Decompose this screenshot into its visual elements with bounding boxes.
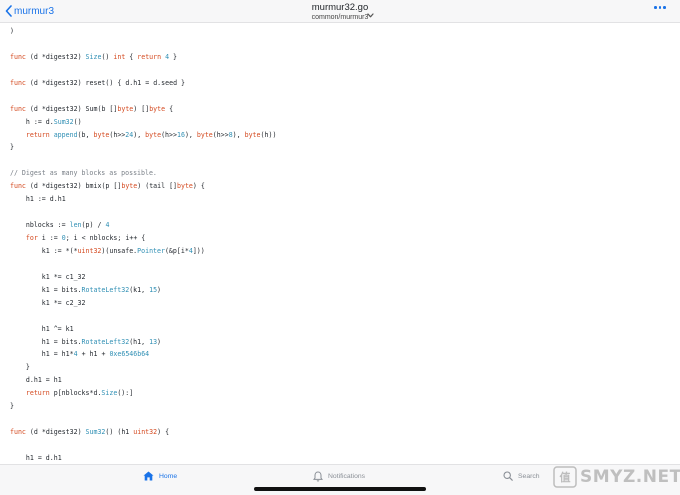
code-line: func (d *digest32) Sum(b []byte) []byte … (10, 104, 174, 113)
code-view[interactable]: ) func (d *digest32) Size() int { return … (10, 25, 276, 465)
code-line: k1 *= c2_32 (41, 298, 86, 307)
code-line: } (10, 402, 14, 411)
code-line: } (25, 363, 30, 372)
code-line: ) (10, 27, 14, 35)
file-name: murmur32.go (311, 2, 369, 13)
code-line: func (d *digest32) Sum32() (h1 uint32) { (10, 428, 170, 437)
more-options-button[interactable] (654, 6, 666, 9)
code-line: h1 ^= k1 (41, 324, 74, 333)
watermark-text: SMYZ.NET (580, 467, 680, 487)
code-line: return append(b, byte(h>>24), byte(h>>16… (25, 130, 277, 139)
tab-home-label: Home (159, 472, 178, 480)
code-line: nblocks := len(p) / 4 (25, 221, 110, 230)
code-line: func (d *digest32) Size() int { return 4… (10, 52, 178, 61)
code-line: k1 = bits.RotateLeft32(k1, 15) (41, 285, 162, 294)
search-icon (503, 471, 518, 481)
navigation-bar: murmur3 murmur32.go common/murmur3 (0, 0, 680, 23)
bell-icon (313, 471, 328, 482)
code-line: // Digest as many blocks as possible. (10, 169, 157, 178)
code-line: h := d.Sum32() (25, 117, 82, 126)
code-line: k1 *= c1_32 (41, 272, 86, 281)
svg-text:值: 值 (560, 470, 571, 484)
code-line: return p[nblocks*d.Size():] (25, 389, 134, 398)
tab-search[interactable]: Search (503, 471, 540, 481)
back-button-label: murmur3 (14, 5, 55, 17)
code-line: h1 = bits.RotateLeft32(h1, 13) (41, 337, 162, 346)
tab-search-label: Search (518, 472, 540, 480)
code-line: h1 = h1*4 + h1 + 0xe6546b64 (41, 350, 150, 359)
ellipsis-icon (654, 6, 657, 9)
watermark: 值 SMYZ.NET (553, 464, 680, 490)
code-line: h1 = d.h1 (25, 453, 62, 462)
tab-home[interactable]: Home (143, 471, 177, 481)
code-line: for i := 0; i < nblocks; i++ { (25, 234, 146, 242)
watermark-logo-icon: 值 (553, 466, 580, 488)
home-icon (143, 471, 159, 481)
tab-notifications[interactable]: Notifications (313, 471, 365, 482)
tab-notifications-label: Notifications (328, 473, 366, 480)
home-indicator (254, 487, 426, 491)
code-line: } (10, 143, 14, 152)
code-line: func (d *digest32) reset() { d.h1 = d.se… (10, 78, 186, 87)
back-button[interactable]: murmur3 (5, 3, 54, 19)
file-path: common/murmur3 (311, 14, 369, 21)
code-line: func (d *digest32) bmix(p []byte) (tail … (10, 182, 205, 191)
code-line: d.h1 = h1 (25, 376, 62, 385)
chevron-down-icon[interactable] (367, 5, 374, 23)
file-title[interactable]: murmur32.go common/murmur3 (290, 2, 390, 22)
code-line: h1 := d.h1 (25, 195, 66, 204)
code-line: k1 := *(*uint32)(unsafe.Pointer(&p[i*4])… (41, 246, 205, 255)
chevron-left-icon (5, 5, 12, 17)
